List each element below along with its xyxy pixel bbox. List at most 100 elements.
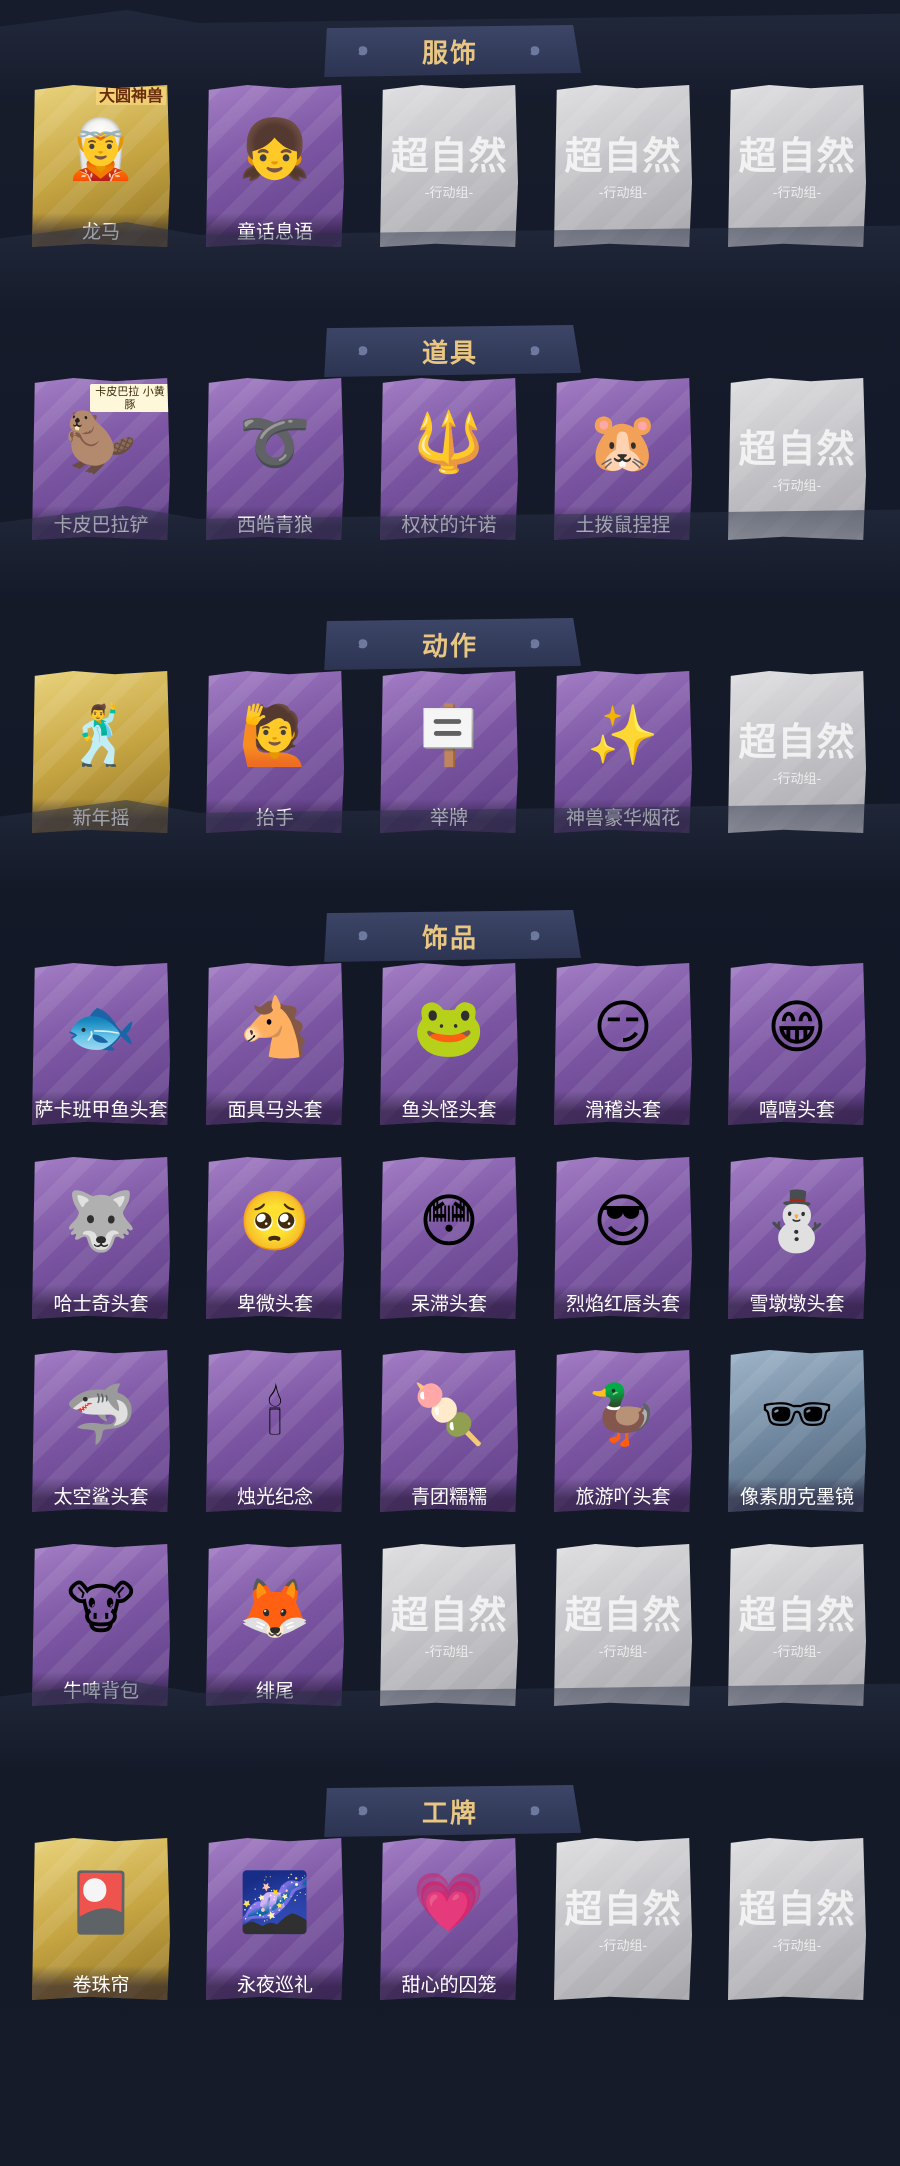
item-label: 永夜巡礼 <box>206 1966 344 2000</box>
locked-item-card[interactable]: 超自然 -行动组- <box>554 1544 692 1706</box>
shark-head-icon: 🦈 <box>64 1380 138 1448</box>
locked-item-card[interactable]: 超自然 -行动组- <box>554 1838 692 2000</box>
item-label: 卑微头套 <box>206 1285 344 1319</box>
placeholder-logo-icon: 超自然 -行动组- <box>736 418 858 494</box>
duck-hat-icon: 🦆 <box>586 1380 660 1448</box>
locked-item-card[interactable]: 超自然 -行动组- <box>728 1544 866 1706</box>
swirl-ornament-icon: ๑ <box>357 39 371 60</box>
fox-tail-icon: 🦊 <box>238 1574 312 1642</box>
swirl-ornament-icon: ๑ <box>529 1799 543 1820</box>
fish-head-icon: 🐟 <box>64 993 138 1061</box>
item-card[interactable]: 🌌 永夜巡礼 <box>206 1838 344 2000</box>
placeholder-logo-subtitle: -行动组- <box>772 479 822 494</box>
item-label: 鱼头怪头套 <box>380 1091 518 1125</box>
fish-monster-icon: 🐸 <box>412 993 486 1061</box>
item-card[interactable]: 🐮牛啤背包 <box>32 1544 170 1706</box>
humble-face-icon: 🥺 <box>238 1187 312 1255</box>
locked-item-card[interactable]: 超自然 -行动组- <box>728 1838 866 2000</box>
item-card[interactable]: 🐟 萨卡班甲鱼头套 <box>32 963 170 1125</box>
pose-figure-icon: 🕺 <box>64 701 138 769</box>
placeholder-logo-title: 超自然 <box>564 1593 682 1637</box>
item-label: 烛光纪念 <box>206 1478 344 1512</box>
item-label: 卷珠帘 <box>32 1966 170 2000</box>
item-card[interactable]: 🍡 青团糯糯 <box>380 1350 518 1512</box>
placeholder-logo-title: 超自然 <box>738 720 856 764</box>
item-card[interactable]: 🦈 太空鲨头套 <box>32 1350 170 1512</box>
item-card[interactable]: 🐴 面具马头套 <box>206 963 344 1125</box>
placeholder-logo-icon: 超自然 -行动组- <box>736 125 858 201</box>
placeholder-logo-title: 超自然 <box>390 134 508 178</box>
placeholder-logo-title: 超自然 <box>738 427 856 471</box>
placeholder-logo-subtitle: -行动组- <box>598 186 648 201</box>
placeholder-logo-title: 超自然 <box>738 1593 856 1637</box>
fireworks-icon: ✨ <box>586 701 660 769</box>
placeholder-logo-title: 超自然 <box>564 1887 682 1931</box>
placeholder-logo-subtitle: -行动组- <box>424 186 474 201</box>
item-card[interactable]: 😎 烈焰红唇头套 <box>554 1157 692 1319</box>
item-card[interactable]: ⛄ 雪墩墩头套 <box>728 1157 866 1319</box>
item-card[interactable]: 💗 甜心的囚笼 <box>380 1838 518 2000</box>
item-card[interactable]: 😳 呆滞头套 <box>380 1157 518 1319</box>
badge-card-icon: 🎴 <box>64 1868 138 1936</box>
placeholder-logo-subtitle: -行动组- <box>424 1645 474 1660</box>
locked-item-card[interactable]: 超自然 -行动组- <box>728 85 866 247</box>
locked-item-card[interactable]: 超自然 -行动组- <box>380 85 518 247</box>
item-card[interactable]: 🧝大圆神兽龙马 <box>32 85 170 247</box>
section-title-badges: ๑ 工牌 ๑ <box>324 1785 581 1837</box>
item-card[interactable]: 😏 滑稽头套 <box>554 963 692 1125</box>
section-title-text: 服饰 <box>421 38 478 69</box>
section-title-text: 饰品 <box>421 923 478 954</box>
section-band-actions <box>0 506 900 598</box>
section-title-costumes: ๑ 服饰 ๑ <box>324 25 581 77</box>
scepter-icon: 🔱 <box>412 408 486 476</box>
item-label: 像素朋克墨镜 <box>728 1478 866 1512</box>
item-card[interactable]: 🦊 绯尾 <box>206 1544 344 1706</box>
placeholder-logo-icon: 超自然 -行动组- <box>562 1584 684 1660</box>
placeholder-logo-subtitle: -行动组- <box>598 1939 648 1954</box>
item-card[interactable]: 🪧举牌 <box>380 671 518 833</box>
section-title-accessories: ๑ 饰品 ๑ <box>324 910 581 962</box>
item-card[interactable]: 🙋抬手 <box>206 671 344 833</box>
item-card[interactable]: ➰西皓青狼 <box>206 378 344 540</box>
item-card[interactable]: 👧 童话息语 <box>206 85 344 247</box>
locked-item-card[interactable]: 超自然 -行动组- <box>380 1544 518 1706</box>
item-card[interactable]: 😁 嘻嘻头套 <box>728 963 866 1125</box>
placeholder-logo-icon: 超自然 -行动组- <box>562 1878 684 1954</box>
item-card[interactable]: 🕯 烛光纪念 <box>206 1350 344 1512</box>
item-card[interactable]: 🦆 旅游吖头套 <box>554 1350 692 1512</box>
placeholder-logo-title: 超自然 <box>564 134 682 178</box>
placeholder-logo-subtitle: -行动组- <box>772 1645 822 1660</box>
section-band-accessories <box>0 800 900 892</box>
item-card[interactable]: 🕶 像素朋克墨镜 <box>728 1350 866 1512</box>
candle-icon: 🕯 <box>266 1380 284 1448</box>
item-card[interactable]: 🎴 卷珠帘 <box>32 1838 170 2000</box>
sign-holding-icon: 🪧 <box>412 701 486 769</box>
husky-head-icon: 🐺 <box>64 1187 138 1255</box>
section-title-text: 工牌 <box>421 1798 478 1829</box>
badge-card-icon: 🌌 <box>238 1868 312 1936</box>
swirl-ornament-icon: ๑ <box>529 632 543 653</box>
swirl-ornament-icon: ๑ <box>529 39 543 60</box>
green-dumpling-icon: 🍡 <box>412 1380 486 1448</box>
swirl-ornament-icon: ๑ <box>529 924 543 945</box>
pixel-sunglasses-icon: 🕶 <box>760 1380 834 1448</box>
rewards-page: ๑服饰๑🧝大圆神兽龙马👧童话息语超自然-行动组-超自然-行动组-超自然-行动组-… <box>0 0 900 2166</box>
section-band-badges <box>0 1680 900 1772</box>
locked-item-card[interactable]: 超自然 -行动组- <box>554 85 692 247</box>
item-badge: 大圆神兽 <box>95 87 166 105</box>
item-label: 哈士奇头套 <box>32 1285 170 1319</box>
item-card[interactable]: 🥺 卑微头套 <box>206 1157 344 1319</box>
dazed-face-icon: 😳 <box>418 1187 480 1255</box>
placeholder-logo-icon: 超自然 -行动组- <box>388 125 510 201</box>
swirl-ornament-icon: ๑ <box>357 924 371 945</box>
item-label: 太空鲨头套 <box>32 1478 170 1512</box>
placeholder-logo-title: 超自然 <box>390 1593 508 1637</box>
swirl-ornament-icon: ๑ <box>357 1799 371 1820</box>
swirl-ornament-icon: ๑ <box>357 339 371 360</box>
section-title-text: 动作 <box>421 631 478 662</box>
item-card[interactable]: 🐸 鱼头怪头套 <box>380 963 518 1125</box>
swirl-ornament-icon: ๑ <box>357 632 371 653</box>
horse-head-icon: 🐴 <box>238 993 312 1061</box>
item-card[interactable]: 🐺 哈士奇头套 <box>32 1157 170 1319</box>
swirl-ornament-icon: ๑ <box>529 339 543 360</box>
